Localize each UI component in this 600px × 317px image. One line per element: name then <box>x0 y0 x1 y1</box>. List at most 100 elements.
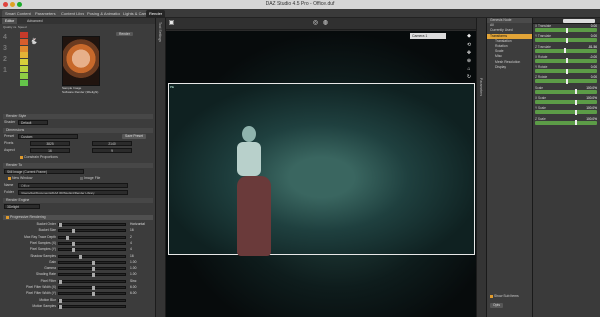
frame-icon[interactable]: ⌂ <box>466 66 472 72</box>
render-style-select[interactable]: Default <box>18 120 48 125</box>
quality-level-4[interactable]: 4 <box>3 32 19 43</box>
progressive-rendering-checkbox[interactable]: Progressive Rendering <box>3 215 153 220</box>
tab-editor[interactable]: Editor <box>2 18 18 24</box>
slider-value[interactable]: 4 <box>130 247 132 251</box>
slider-value[interactable]: 6.00 <box>130 285 136 289</box>
render-engine-section[interactable]: Render Engine <box>3 198 153 203</box>
minimize-window-icon[interactable] <box>10 2 15 7</box>
tab-advanced[interactable]: Advanced <box>24 18 46 24</box>
property-knob[interactable] <box>566 58 568 64</box>
slider-value[interactable]: 1.00 <box>130 272 136 276</box>
property-slider[interactable]: Z Scale 100.0% <box>533 117 600 127</box>
property-knob[interactable] <box>566 37 568 43</box>
quality-level-3[interactable]: 3 <box>3 43 19 54</box>
close-window-icon[interactable] <box>3 2 8 7</box>
property-slider[interactable]: Scale 100.0% <box>533 86 600 96</box>
property-slider[interactable]: X Translate 0.00 <box>533 24 600 34</box>
new-window-radio[interactable]: New Window <box>8 176 32 181</box>
pan-icon[interactable]: ✥ <box>466 50 472 56</box>
image-file-radio[interactable]: Image File <box>80 176 100 181</box>
tab-smart-content[interactable]: Smart Content <box>2 10 34 17</box>
show-sub-items-checkbox[interactable]: Show Sub Items <box>487 294 519 299</box>
render-slider[interactable] <box>58 223 126 227</box>
slider-value[interactable]: 2 <box>130 235 132 239</box>
render-button[interactable]: Render <box>116 32 133 36</box>
property-slider[interactable]: X Scale 100.0% <box>533 96 600 106</box>
aspect-width-field[interactable]: 16 <box>30 148 70 153</box>
constrain-proportions-checkbox[interactable]: Constrain Proportions <box>20 155 58 160</box>
render-to-select[interactable]: Still Image (Current Frame) <box>4 169 84 174</box>
side-tab-tool-settings[interactable]: Tool Settings <box>158 22 162 42</box>
render-style-section[interactable]: Render Style <box>3 114 153 119</box>
render-slider[interactable] <box>58 235 126 240</box>
property-value[interactable]: -81.56 <box>588 45 597 49</box>
view-cube-icon[interactable]: ◆ <box>466 33 472 39</box>
rotate-icon[interactable]: ⟲ <box>466 42 472 48</box>
render-slider[interactable] <box>58 273 126 278</box>
quality-level-1[interactable]: 1 <box>3 65 19 76</box>
aspect-height-field[interactable]: 9 <box>92 148 132 153</box>
quality-meter[interactable] <box>20 32 28 92</box>
property-slider[interactable]: Z Translate -81.56 <box>533 45 600 55</box>
quality-level-2[interactable]: 2 <box>3 54 19 65</box>
property-knob[interactable] <box>566 78 568 84</box>
render-slider[interactable] <box>58 298 126 303</box>
preset-select[interactable]: Custom <box>18 134 78 139</box>
camera-icon[interactable]: ◍ <box>322 20 329 27</box>
render-slider[interactable] <box>58 267 126 272</box>
parameters-options-button[interactable]: Opts <box>490 303 503 308</box>
render-slider[interactable] <box>58 229 126 234</box>
property-knob[interactable] <box>575 109 578 115</box>
slider-value[interactable]: Sinc <box>130 279 136 283</box>
render-slider[interactable] <box>58 292 126 297</box>
tab-render[interactable]: Render <box>146 10 166 17</box>
tab-posing[interactable]: Posing & Animation <box>84 10 125 17</box>
property-bar[interactable] <box>535 100 597 105</box>
camera-select[interactable]: Camera 1 <box>410 33 446 39</box>
pixels-height-field[interactable]: 2140 <box>92 141 132 146</box>
tab-parameters[interactable]: Parameters <box>32 10 59 17</box>
property-knob[interactable] <box>575 99 578 105</box>
render-slider[interactable] <box>58 304 126 309</box>
property-bar[interactable] <box>535 120 597 125</box>
zoom-window-icon[interactable] <box>17 2 22 7</box>
property-slider[interactable]: Y Translate 0.00 <box>533 34 600 44</box>
property-knob[interactable] <box>566 27 568 33</box>
slider-value[interactable]: 4 <box>130 241 132 245</box>
render-slider[interactable] <box>58 254 126 259</box>
property-slider[interactable]: X Rotate -0.00 <box>533 55 600 65</box>
folder-field[interactable]: /Users/daz/Documents/DAZ 3D/Studio4/Rend… <box>18 190 128 195</box>
pixels-width-field[interactable]: 3825 <box>30 141 70 146</box>
slider-value[interactable]: Horizontal <box>130 222 145 226</box>
render-engine-select[interactable]: 3Delight <box>4 204 40 209</box>
render-slider[interactable] <box>58 279 126 284</box>
slider-value[interactable]: 16 <box>130 254 134 258</box>
viewport-menu-icon[interactable]: ▣ <box>168 20 175 27</box>
property-knob[interactable] <box>563 48 566 54</box>
property-slider[interactable]: Y Rotate 0.00 <box>533 65 600 75</box>
property-slider[interactable]: Z Rotate 0.00 <box>533 75 600 85</box>
tree-item[interactable]: Display <box>487 65 532 70</box>
properties-search-input[interactable] <box>563 19 595 23</box>
property-slider[interactable]: Y Scale 100.0% <box>533 106 600 116</box>
property-bar[interactable] <box>535 48 597 53</box>
render-icon[interactable]: ◎ <box>312 20 319 27</box>
name-field[interactable]: Office <box>18 183 128 188</box>
render-slider[interactable] <box>58 260 126 265</box>
render-slider[interactable] <box>58 241 126 246</box>
property-knob[interactable] <box>566 68 568 74</box>
slider-value[interactable]: 16 <box>130 228 134 232</box>
slider-value[interactable]: 1.00 <box>130 266 136 270</box>
slider-value[interactable]: 1.00 <box>130 260 136 264</box>
property-bar[interactable] <box>535 89 597 94</box>
property-knob[interactable] <box>575 120 578 126</box>
render-slider[interactable] <box>58 286 126 290</box>
slider-value[interactable]: 6.00 <box>130 291 136 295</box>
dimensions-section[interactable]: Dimensions <box>3 128 153 133</box>
render-to-section[interactable]: Render To <box>3 163 153 168</box>
save-preset-button[interactable]: Save Preset <box>122 134 146 139</box>
side-tab-parameters[interactable]: Parameters <box>479 78 483 96</box>
zoom-icon[interactable]: ⊕ <box>466 58 472 64</box>
property-knob[interactable] <box>575 89 578 95</box>
property-bar[interactable] <box>535 110 597 115</box>
